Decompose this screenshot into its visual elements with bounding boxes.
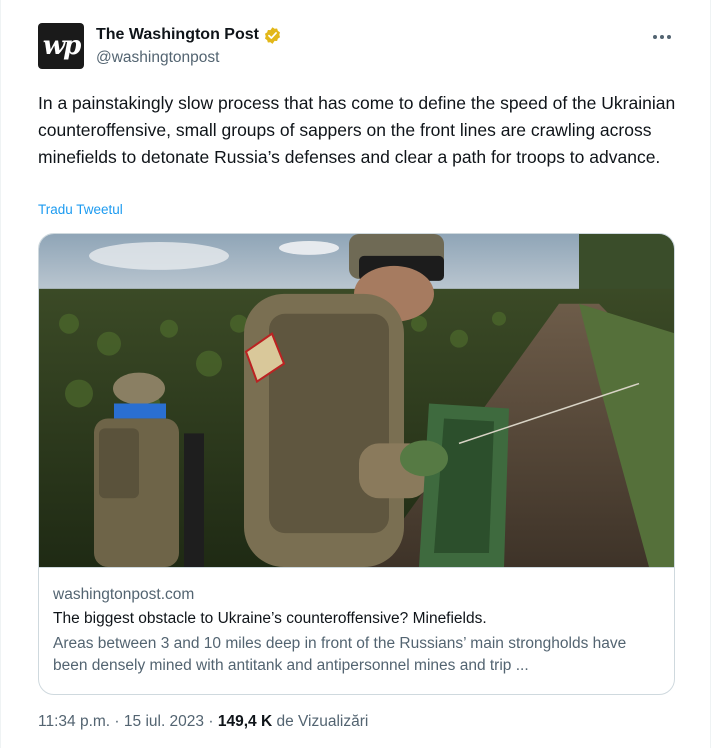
tweet-text: In a painstakingly slow process that has… [38, 93, 676, 167]
card-domain: washingtonpost.com [53, 586, 195, 603]
name-row: The Washington Post [96, 24, 282, 46]
card-description: Areas between 3 and 10 miles deep in fro… [53, 635, 627, 674]
views-label: de Vizualizări [276, 713, 369, 730]
card-meta: washingtonpost.com The biggest obstacle … [53, 586, 663, 677]
link-card[interactable]: washingtonpost.com The biggest obstacle … [38, 233, 675, 695]
card-title: The biggest obstacle to Ukraine’s counte… [53, 610, 487, 627]
more-horizontal-icon[interactable] [649, 27, 675, 47]
separator: · [208, 713, 214, 730]
views-count: 149,4 K [217, 713, 273, 730]
tweet-footer: 11:34 p.m. · 15 iul. 2023 · 149,4 K de V… [38, 713, 368, 731]
author-names: The Washington Post @washingtonpost [96, 24, 282, 67]
tweet-time[interactable]: 11:34 p.m. [38, 713, 110, 730]
separator: · [114, 713, 120, 730]
verified-badge-icon [264, 26, 280, 44]
avatar[interactable]: wp [38, 23, 84, 69]
handle[interactable]: @washingtonpost [96, 49, 282, 67]
card-image [39, 234, 674, 568]
display-name[interactable]: The Washington Post [96, 26, 259, 44]
tweet-container: wp The Washington Post @washingtonpost I… [0, 0, 711, 748]
tweet-header: wp The Washington Post @washingtonpost [38, 23, 675, 71]
tweet-date[interactable]: 15 iul. 2023 [124, 713, 204, 730]
avatar-logo: wp [42, 31, 82, 61]
translate-tweet-link[interactable]: Tradu Tweetul [38, 202, 123, 217]
